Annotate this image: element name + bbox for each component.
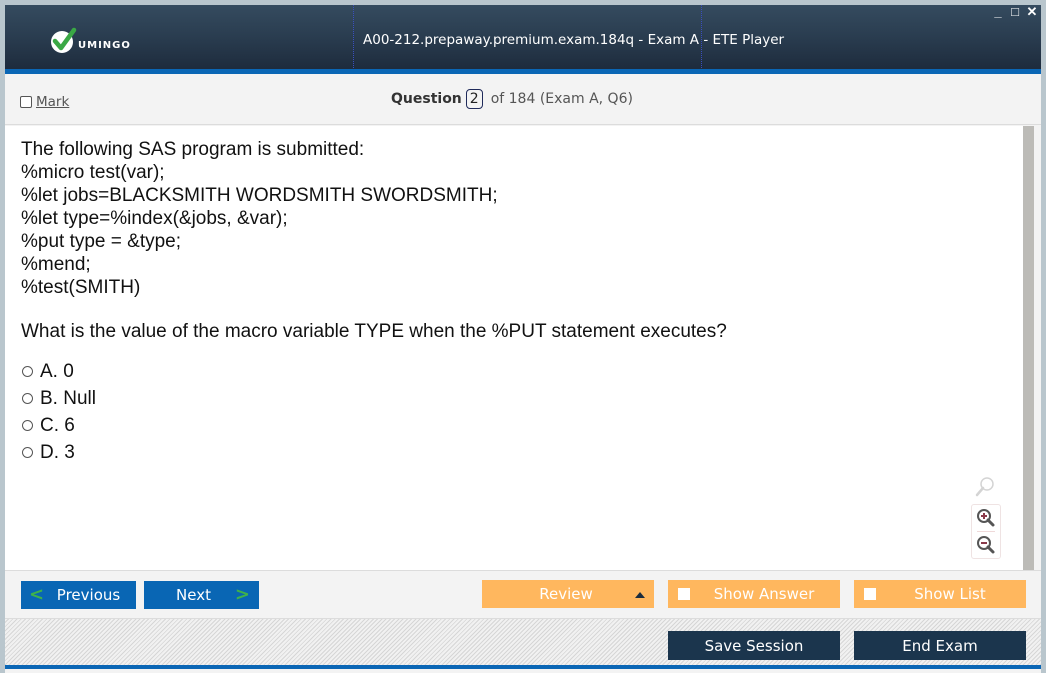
show-list-toggle[interactable]: Show List <box>854 580 1026 608</box>
end-exam-label: End Exam <box>902 636 978 655</box>
zoom-out-icon[interactable] <box>972 532 1000 558</box>
vertical-scrollbar[interactable] <box>1023 126 1034 570</box>
triangle-up-icon <box>635 592 645 598</box>
code-line: %micro test(var); <box>21 162 165 183</box>
title-bar: UMINGO A00-212.prepaway.premium.exam.184… <box>5 5 1041 74</box>
zoom-tools <box>971 474 1003 559</box>
question-suffix: of 184 (Exam A, Q6) <box>490 91 633 107</box>
save-session-button[interactable]: Save Session <box>668 631 840 660</box>
zoom-button-group <box>971 504 1001 559</box>
question-text: The following SAS program is submitted: … <box>21 138 498 299</box>
answer-option-a[interactable]: A. 0 <box>21 358 96 385</box>
save-session-label: Save Session <box>704 636 804 655</box>
bottom-accent-line <box>5 665 1041 669</box>
radio-icon[interactable] <box>22 420 33 431</box>
question-header: Mark Question 2 of 184 (Exam A, Q6) <box>5 74 1041 125</box>
option-label: B. Null <box>40 387 96 409</box>
maximize-button[interactable]: □ <box>1009 5 1021 18</box>
next-button[interactable]: Next > <box>144 581 259 609</box>
minimize-button[interactable]: _ <box>992 5 1004 18</box>
window-controls: _ □ ✕ <box>992 5 1038 18</box>
previous-button[interactable]: < Previous <box>21 581 136 609</box>
code-line: %let jobs=BLACKSMITH WORDSMITH SWORDSMIT… <box>21 185 498 206</box>
radio-icon[interactable] <box>22 366 33 377</box>
answer-options: A. 0 B. Null C. 6 D. 3 <box>21 358 96 466</box>
answer-option-c[interactable]: C. 6 <box>21 412 96 439</box>
checkmark-logo-icon <box>50 27 78 55</box>
code-line: %put type = &type; <box>21 231 182 252</box>
question-number-input[interactable]: 2 <box>465 89 483 109</box>
show-answer-toggle[interactable]: Show Answer <box>668 580 840 608</box>
checkbox-icon[interactable] <box>678 588 690 600</box>
answer-option-d[interactable]: D. 3 <box>21 439 96 466</box>
logo-text: UMINGO <box>78 39 131 51</box>
code-line: %let type=%index(&jobs, &var); <box>21 208 288 229</box>
chevron-left-icon: < <box>29 584 45 605</box>
review-label: Review <box>539 585 593 603</box>
chevron-right-icon: > <box>234 584 250 605</box>
previous-label: Previous <box>56 586 121 604</box>
navigation-bar: < Previous Next > Review Show Answer Sho… <box>5 570 1041 619</box>
mark-checkbox[interactable]: Mark <box>20 94 69 110</box>
radio-icon[interactable] <box>22 447 33 458</box>
zoom-in-icon[interactable] <box>972 505 1000 531</box>
checkbox-icon[interactable] <box>864 588 876 600</box>
question-content: The following SAS program is submitted: … <box>5 126 1023 570</box>
show-answer-label: Show Answer <box>713 585 815 603</box>
footer-bar: Save Session End Exam <box>5 619 1041 665</box>
option-label: D. 3 <box>40 441 75 463</box>
checkbox-icon[interactable] <box>20 96 32 108</box>
review-button[interactable]: Review <box>482 580 654 608</box>
close-button[interactable]: ✕ <box>1026 5 1038 18</box>
question-prompt: What is the value of the macro variable … <box>21 321 727 342</box>
option-label: A. 0 <box>40 360 74 382</box>
mark-label: Mark <box>36 94 70 110</box>
next-label: Next <box>176 586 211 604</box>
question-line: The following SAS program is submitted: <box>21 139 365 160</box>
option-label: C. 6 <box>40 414 75 436</box>
question-indicator: Question 2 of 184 (Exam A, Q6) <box>391 89 633 109</box>
code-line: %test(SMITH) <box>21 277 141 298</box>
end-exam-button[interactable]: End Exam <box>854 631 1026 660</box>
logo: UMINGO <box>50 26 131 56</box>
show-list-label: Show List <box>914 585 986 603</box>
app-window: UMINGO A00-212.prepaway.premium.exam.184… <box>5 5 1041 673</box>
answer-option-b[interactable]: B. Null <box>21 385 96 412</box>
code-line: %mend; <box>21 254 91 275</box>
magnifier-icon[interactable] <box>971 474 999 500</box>
title-separator <box>353 5 354 74</box>
window-title: A00-212.prepaway.premium.exam.184q - Exa… <box>363 32 785 48</box>
question-label: Question <box>391 91 462 107</box>
radio-icon[interactable] <box>22 393 33 404</box>
